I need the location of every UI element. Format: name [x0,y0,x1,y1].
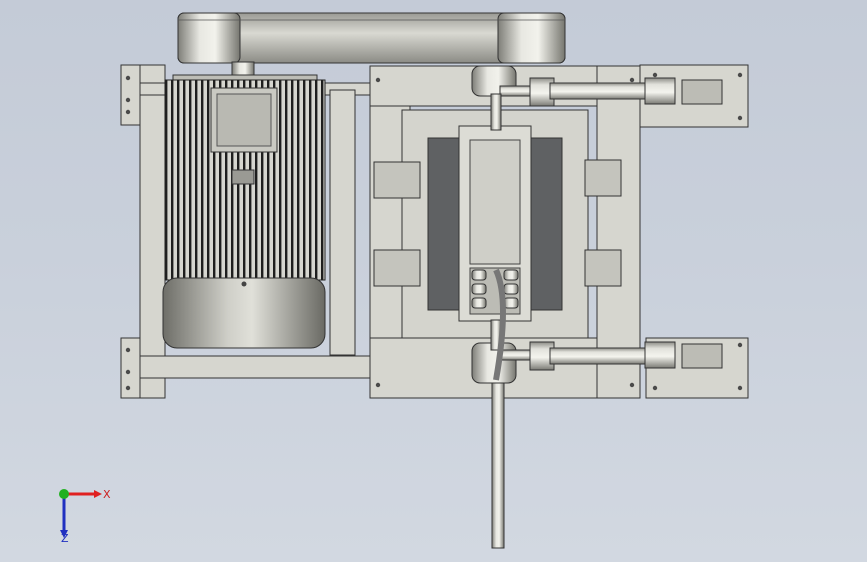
center-housing[interactable] [401,109,589,339]
electric-motor[interactable] [162,61,326,349]
cad-viewport[interactable]: X Z [0,0,867,562]
model-drawing[interactable] [0,0,867,562]
x-axis-label: X [103,488,111,501]
belt-guard[interactable] [177,12,566,64]
coordinate-triad: X Z [52,482,112,545]
z-axis-label: Z [61,532,69,542]
y-axis-dot [59,489,69,499]
